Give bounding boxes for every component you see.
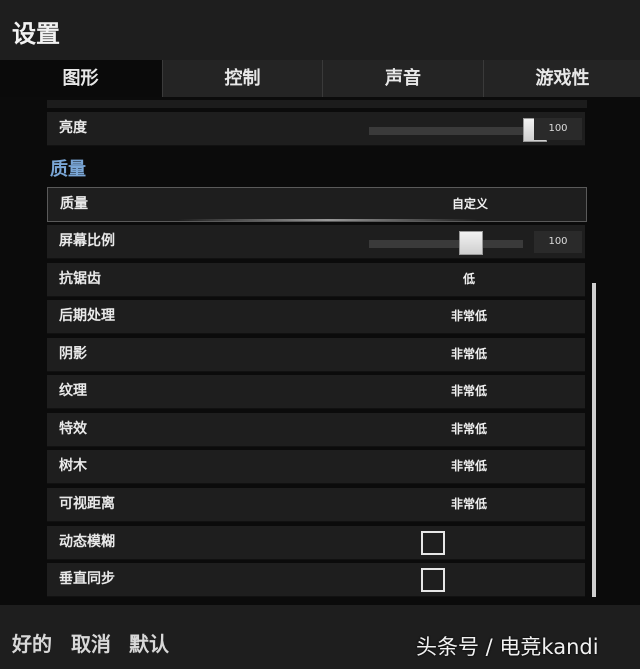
- default-button[interactable]: 默认: [129, 628, 169, 657]
- vsync-label: 垂直同步: [59, 571, 115, 587]
- motion-blur-row[interactable]: 动态模糊: [47, 526, 585, 560]
- textures-label: 纹理: [59, 383, 87, 399]
- title-bar: 设置: [0, 0, 640, 60]
- cancel-button[interactable]: 取消: [71, 628, 111, 657]
- clipped-row: [47, 100, 587, 108]
- vsync-checkbox[interactable]: [421, 568, 445, 592]
- tab-bar: 图形 控制 声音 游戏性: [0, 60, 640, 97]
- foliage-label: 树木: [59, 458, 87, 474]
- window-title: 设置: [12, 20, 60, 48]
- brightness-slider-track[interactable]: [369, 127, 523, 135]
- screen-scale-label: 屏幕比例: [59, 233, 115, 249]
- screen-scale-row[interactable]: 屏幕比例 100: [47, 225, 585, 259]
- quality-value[interactable]: 自定义: [428, 188, 512, 221]
- scrollbar[interactable]: [592, 283, 596, 597]
- section-title-quality: 质量: [50, 159, 86, 180]
- view-distance-row[interactable]: 可视距离 非常低: [47, 488, 585, 522]
- foliage-row[interactable]: 树木 非常低: [47, 450, 585, 484]
- textures-value[interactable]: 非常低: [427, 375, 511, 408]
- watermark: 头条号 / 电竞kandi: [416, 635, 599, 659]
- tab-controls[interactable]: 控制: [162, 60, 322, 97]
- motion-blur-checkbox[interactable]: [421, 531, 445, 555]
- post-processing-value[interactable]: 非常低: [427, 300, 511, 333]
- tab-sound[interactable]: 声音: [322, 60, 483, 97]
- view-distance-label: 可视距离: [59, 496, 115, 512]
- tab-gameplay[interactable]: 游戏性: [483, 60, 640, 97]
- effects-label: 特效: [59, 421, 87, 437]
- view-distance-value[interactable]: 非常低: [427, 488, 511, 521]
- brightness-label: 亮度: [59, 120, 87, 136]
- vsync-row[interactable]: 垂直同步: [47, 563, 585, 597]
- shadows-value[interactable]: 非常低: [427, 338, 511, 371]
- screen-scale-value[interactable]: 100: [534, 231, 582, 253]
- brightness-row[interactable]: 亮度 100: [47, 112, 585, 146]
- textures-row[interactable]: 纹理 非常低: [47, 375, 585, 409]
- post-processing-label: 后期处理: [59, 308, 115, 324]
- foliage-value[interactable]: 非常低: [427, 450, 511, 483]
- ok-button[interactable]: 好的: [12, 628, 52, 657]
- effects-row[interactable]: 特效 非常低: [47, 413, 585, 447]
- quality-row[interactable]: 质量 自定义: [47, 187, 587, 222]
- shadows-label: 阴影: [59, 346, 87, 362]
- anti-aliasing-label: 抗锯齿: [59, 271, 101, 287]
- tab-graphics[interactable]: 图形: [0, 60, 161, 97]
- screen-scale-slider-track[interactable]: [369, 240, 523, 248]
- post-processing-row[interactable]: 后期处理 非常低: [47, 300, 585, 334]
- effects-value[interactable]: 非常低: [427, 413, 511, 446]
- selection-glow: [178, 219, 478, 221]
- anti-aliasing-value[interactable]: 低: [427, 263, 511, 296]
- brightness-value[interactable]: 100: [534, 118, 582, 140]
- quality-label: 质量: [60, 196, 88, 212]
- motion-blur-label: 动态模糊: [59, 534, 115, 550]
- anti-aliasing-row[interactable]: 抗锯齿 低: [47, 263, 585, 297]
- shadows-row[interactable]: 阴影 非常低: [47, 338, 585, 372]
- screen-scale-slider-handle[interactable]: [458, 231, 483, 255]
